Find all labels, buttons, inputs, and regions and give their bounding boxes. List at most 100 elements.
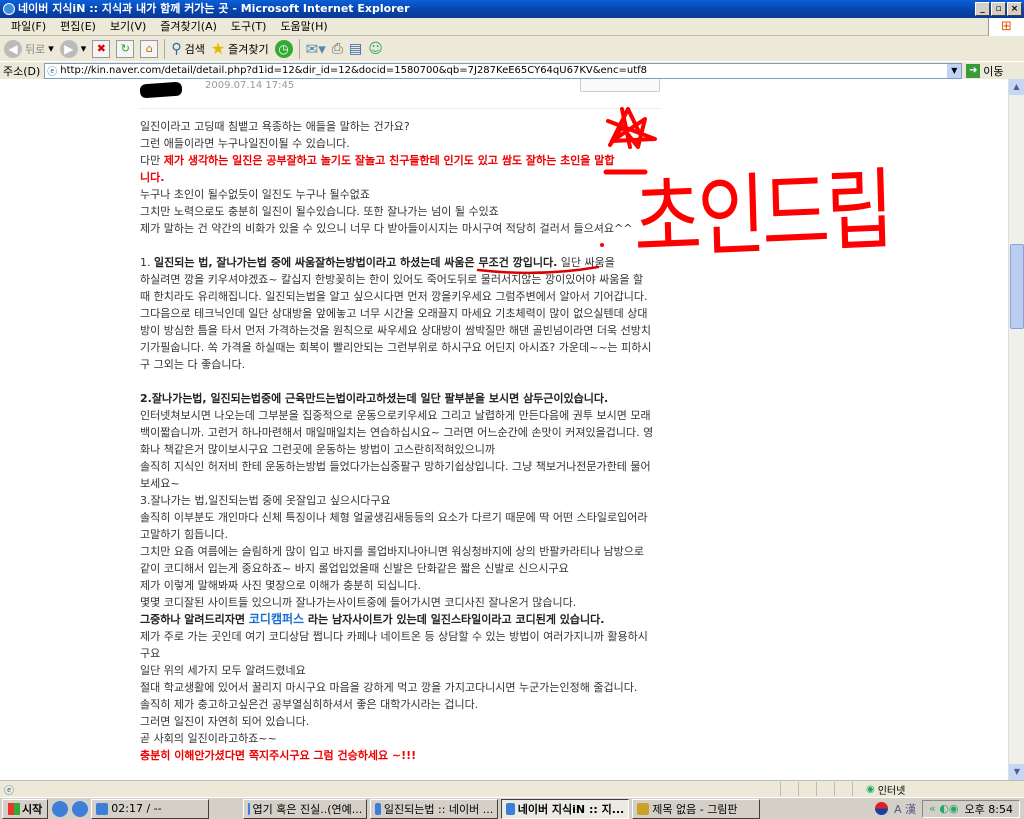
- maximize-button[interactable]: ▫: [991, 2, 1006, 16]
- vertical-scrollbar[interactable]: ▲ ▼: [1008, 79, 1024, 780]
- site-link[interactable]: 코디캠퍼스: [249, 612, 304, 626]
- answer-line: 일단 위의 세가지 모두 알려드렸네요: [140, 662, 653, 679]
- menu-view[interactable]: 보기(V): [103, 18, 153, 35]
- title-bar: 네이버 지식iN :: 지식과 내가 함께 커가는 곳 - Microsoft …: [0, 0, 1024, 18]
- text-segment: 그런 애들이라면 누구나일진이될 수 있습니다.: [140, 137, 350, 150]
- text-segment: 누구나 초인이 될수없듯이 일진도 누구나 될수없죠: [140, 188, 371, 201]
- mail-icon[interactable]: ✉▾: [306, 40, 326, 58]
- task-media-player[interactable]: 02:17 / --: [91, 798, 210, 819]
- clock[interactable]: 오후 8:54: [965, 801, 1013, 817]
- home-icon[interactable]: ⌂: [140, 39, 159, 58]
- menu-favorites[interactable]: 즐겨찾기(A): [153, 18, 224, 35]
- go-label: 이동: [983, 64, 1004, 78]
- address-dropdown-icon[interactable]: ▼: [947, 63, 962, 78]
- address-bar: 주소(D) ⓔ http://kin.naver.com/detail/deta…: [0, 61, 1024, 79]
- answer-line: 절대 학교생활에 있어서 꿀리지 마시구요 마음을 강하게 먹고 깡을 가지고다…: [140, 679, 653, 696]
- answer-line: 2.잘나가는법, 일진되는법중에 근육만드는법이라고하셨는데 일단 팔부분을 보…: [140, 390, 653, 407]
- text-segment: 몇몇 코디잘된 사이트들 있으니까 잘나가는사이트중에 들어가시면 코디사진 잘…: [140, 596, 577, 609]
- start-button[interactable]: 시작: [2, 798, 49, 819]
- text-segment: 같이 코디해서 입는게 중요하죠~ 바지 롤업입었을때 신발은 단화같은 짧은 …: [140, 562, 569, 575]
- close-button[interactable]: ×: [1007, 2, 1022, 16]
- separator: [164, 38, 166, 59]
- text-segment: 방이 방심한 틈을 타서 먼저 가격하는것을 원칙으로 싸우세요 상대방이 쌈박…: [140, 324, 651, 337]
- task-paint[interactable]: 제목 없음 - 그림판: [632, 798, 761, 819]
- answer-line: 화나 책같은거 많이보시구요 그런곳에 운동하는 방법이 고스란히적혀있으니까: [140, 441, 653, 458]
- text-segment: 화나 책같은거 많이보시구요 그런곳에 운동하는 방법이 고스란히적혀있으니까: [140, 443, 495, 456]
- back-button[interactable]: ◀ 뒤로 ▾: [4, 39, 54, 58]
- answer-line: 다만 제가 생각하는 일진은 공부잘하고 놀기도 잘놀고 친구들한테 인기도 있…: [140, 152, 653, 169]
- search-button[interactable]: ⚲ 검색: [171, 41, 205, 57]
- text-segment: 다만: [140, 154, 164, 167]
- text-segment: 3.잘나가는 법,일진되는법 중에 옷잘입고 싶으시다구요: [140, 494, 391, 507]
- address-input[interactable]: ⓔ http://kin.naver.com/detail/detail.php…: [44, 62, 963, 79]
- scroll-up-icon[interactable]: ▲: [1009, 79, 1024, 95]
- status-bar: ⓔ ◉ 인터넷: [0, 780, 1024, 797]
- task-ie-2[interactable]: 일진되는법 :: 네이버 ...: [370, 798, 499, 819]
- task-ie-1[interactable]: 엽기 혹은 진실..(연예...: [243, 798, 368, 819]
- stop-icon[interactable]: ✖: [92, 39, 111, 58]
- text-segment: 제가 생각하는 일진은 공부잘하고 놀기도 잘놀고 친구들한테 인기도 있고 쌈…: [163, 154, 615, 167]
- divider: [140, 108, 660, 109]
- menu-help[interactable]: 도움말(H): [273, 18, 334, 35]
- refresh-icon[interactable]: ↻: [116, 39, 135, 58]
- text-segment: 일진이라고 고딩때 침뱉고 욕종하는 애들을 말하는 건가요?: [140, 120, 410, 133]
- page-status-icon: ⓔ: [4, 786, 14, 797]
- menu-file[interactable]: 파일(F): [4, 18, 53, 35]
- answer-line: 니다.: [140, 169, 653, 186]
- messenger-icon[interactable]: ☺: [368, 41, 383, 57]
- answer-line: 그러면 일진이 자연히 되어 있습니다.: [140, 713, 653, 730]
- toolbar: ◀ 뒤로 ▾ ▶ ▾ ✖ ↻ ⌂ ⚲ 검색 ★ 즐겨찾기 ◷ ✉▾ ⎙ ▤ ☺: [0, 36, 1024, 61]
- menu-tools[interactable]: 도구(T): [224, 18, 274, 35]
- separator: [298, 38, 300, 59]
- star-icon: ★: [210, 39, 226, 58]
- globe-icon: ◉: [866, 784, 875, 795]
- minimize-button[interactable]: _: [975, 2, 990, 16]
- text-segment: 충분히 이해안가셨다면 쪽지주시구요 그럼 건승하세요 ~!!!: [140, 749, 417, 762]
- forward-button[interactable]: ▶ ▾: [59, 39, 86, 58]
- print-icon[interactable]: ⎙: [332, 41, 343, 57]
- scroll-thumb[interactable]: [1010, 244, 1024, 329]
- tray-icons[interactable]: « ◐◉: [929, 802, 958, 815]
- answer-line: 인터넷쳐보시면 나오는데 그부분을 집중적으로 운동으로키우세요 그리고 날렵하…: [140, 407, 653, 424]
- answer-line: 몇몇 코디잘된 사이트들 있으니까 잘나가는사이트중에 들어가시면 코디사진 잘…: [140, 594, 653, 611]
- language-icon[interactable]: [875, 802, 889, 815]
- text-segment: 일단 위의 세가지 모두 알려드렸네요: [140, 664, 306, 677]
- answer-line: 1. 일진되는 법, 잘나가는법 중에 싸움잘하는방법이라고 하셨는데 싸움은 …: [140, 254, 653, 271]
- search-icon: ⚲: [171, 40, 182, 57]
- recommend-button[interactable]: [580, 79, 660, 92]
- scroll-down-icon[interactable]: ▼: [1009, 764, 1024, 780]
- answer-line: 그다음으로 테크닉인데 일단 상대방을 앞에놓고 너무 시간을 오래끌지 마세요…: [140, 305, 653, 322]
- page-icon: ⓔ: [47, 67, 58, 78]
- text-segment: 제가 말하는 건 약간의 비화가 있을 수 있으니 너무 다 받아들이시지는 마…: [140, 222, 633, 235]
- task-ie-active[interactable]: 네이버 지식iN :: 지...: [501, 798, 630, 819]
- answer-line: 3.잘나가는 법,일진되는법 중에 옷잘입고 싶으시다구요: [140, 492, 653, 509]
- system-tray: A 漢 « ◐◉ 오후 8:54: [875, 799, 1024, 818]
- quicklaunch-icon[interactable]: [52, 800, 69, 817]
- back-label: 뒤로: [25, 42, 46, 56]
- quicklaunch-ie-icon[interactable]: [72, 800, 89, 817]
- menu-bar: 파일(F) 편집(E) 보기(V) 즐겨찾기(A) 도구(T) 도움말(H): [0, 18, 1024, 36]
- text-segment: 구요: [140, 647, 161, 660]
- text-segment: 절대 학교생활에 있어서 꿀리지 마시구요 마음을 강하게 먹고 깡을 가지고다…: [140, 681, 638, 694]
- history-icon[interactable]: ◷: [274, 39, 293, 58]
- handwritten-annotation-text: 초인드립: [632, 158, 892, 273]
- edit-icon[interactable]: ▤: [349, 41, 362, 57]
- windows-logo-icon: ⊞: [988, 18, 1024, 36]
- search-label: 검색: [184, 42, 205, 56]
- text-segment: 그러면 일진이 자연히 되어 있습니다.: [140, 715, 310, 728]
- text-segment: 구 그외는 다 좋습니다.: [140, 358, 246, 371]
- task-label: 02:17 / --: [111, 802, 162, 815]
- window-title: 네이버 지식iN :: 지식과 내가 함께 커가는 곳 - Microsoft …: [18, 2, 410, 15]
- ie-icon: [506, 802, 515, 815]
- clock-area: « ◐◉ 오후 8:54: [922, 799, 1020, 818]
- address-label: 주소(D): [3, 64, 41, 78]
- text-segment: 그치만 요즘 여름에는 슬림하게 많이 입고 바지를 롤업바지나아니면 워싱청바…: [140, 545, 644, 558]
- go-button[interactable]: ➜ 이동: [966, 63, 1004, 79]
- favorites-button[interactable]: ★ 즐겨찾기: [211, 39, 269, 58]
- task-label: 제목 없음 - 그림판: [652, 802, 738, 816]
- answer-line: 제가 이렇게 말해봐짜 사진 몇장으로 이해가 충분히 되십니다.: [140, 577, 653, 594]
- ime-indicator[interactable]: A 漢: [894, 801, 916, 817]
- menu-edit[interactable]: 편집(E): [53, 18, 103, 35]
- text-segment: 하실려면 깡을 키우셔야겠죠~ 칼십지 한방꽂히는 한이 있어도 죽어도뒤로 물…: [140, 273, 644, 286]
- text-segment: 솔직히 이부분도 개인마다 신체 특징이나 체형 얼굴생김새등등의 요소가 다르…: [140, 511, 648, 524]
